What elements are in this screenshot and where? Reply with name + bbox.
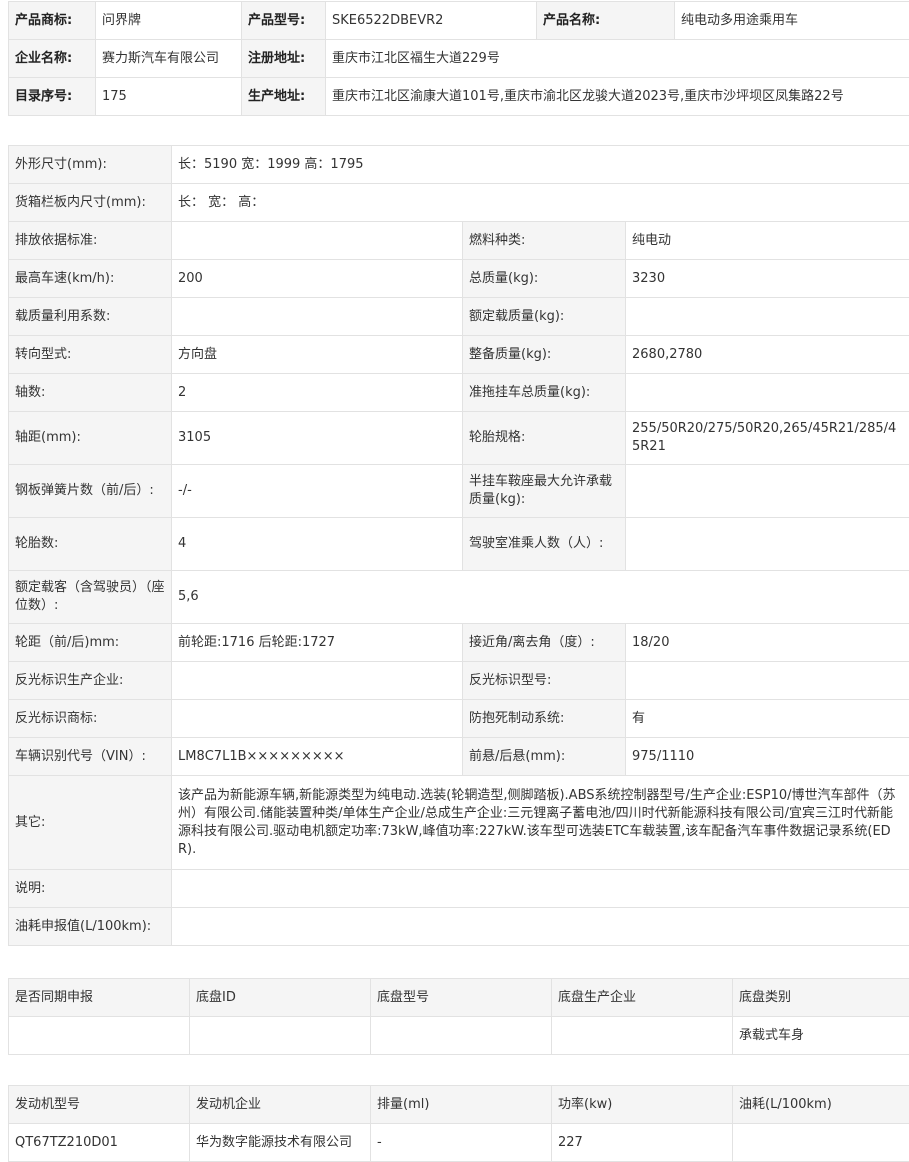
axles-value: 2 (172, 374, 463, 412)
note-value (172, 870, 909, 908)
total-mass-value: 3230 (626, 260, 909, 298)
company-label: 企业名称: (9, 40, 96, 78)
cab-seats-value (626, 518, 909, 571)
overhang-value: 975/1110 (626, 738, 909, 776)
tire-count-value: 4 (172, 518, 463, 571)
engine-maker-value: 华为数字能源技术有限公司 (190, 1124, 371, 1162)
steering-label: 转向型式: (9, 336, 172, 374)
engine-header-displacement: 排量(ml) (371, 1086, 552, 1124)
product-name-label: 产品名称: (537, 2, 675, 40)
rated-seats-value: 5,6 (172, 571, 909, 624)
max-speed-label: 最高车速(km/h): (9, 260, 172, 298)
reflector-model-value (626, 662, 909, 700)
abs-label: 防抱死制动系统: (463, 700, 626, 738)
rated-load-label: 额定载质量(kg): (463, 298, 626, 336)
reflector-maker-label: 反光标识生产企业: (9, 662, 172, 700)
engine-header-model: 发动机型号 (9, 1086, 190, 1124)
engine-consumption-value (733, 1124, 909, 1162)
chassis-cell (9, 1017, 190, 1055)
steering-value: 方向盘 (172, 336, 463, 374)
cab-seats-label: 驾驶室准乘人数（人）: (463, 518, 626, 571)
emission-value (172, 222, 463, 260)
chassis-header-maker: 底盘生产企业 (552, 979, 733, 1017)
tire-count-label: 轮胎数: (9, 518, 172, 571)
track-value: 前轮距:1716 后轮距:1727 (172, 624, 463, 662)
curb-mass-label: 整备质量(kg): (463, 336, 626, 374)
engine-header-maker: 发动机企业 (190, 1086, 371, 1124)
vin-value: LM8C7L1B××××××××× (172, 738, 463, 776)
product-name-value: 纯电动多用途乘用车 (675, 2, 909, 40)
product-header-table: 产品商标: 问界牌 产品型号: SKE6522DBEVR2 产品名称: 纯电动多… (8, 1, 909, 116)
engine-power-value: 227 (552, 1124, 733, 1162)
engine-header-power: 功率(kw) (552, 1086, 733, 1124)
prod-address-label: 生产地址: (242, 78, 326, 116)
dims-label: 外形尺寸(mm): (9, 146, 172, 184)
spring-value: -/- (172, 465, 463, 518)
abs-value: 有 (626, 700, 909, 738)
total-mass-label: 总质量(kg): (463, 260, 626, 298)
prod-address-value: 重庆市江北区渝康大道101号,重庆市渝北区龙骏大道2023号,重庆市沙坪坝区凤集… (326, 78, 909, 116)
catalog-label: 目录序号: (9, 78, 96, 116)
chassis-cell (190, 1017, 371, 1055)
other-value: 该产品为新能源车辆,新能源类型为纯电动.选装(轮辋造型,侧脚踏板).ABS系统控… (172, 776, 909, 870)
wheelbase-value: 3105 (172, 412, 463, 465)
curb-mass-value: 2680,2780 (626, 336, 909, 374)
emission-label: 排放依据标准: (9, 222, 172, 260)
rated-load-value (626, 298, 909, 336)
fuel-type-value: 纯电动 (626, 222, 909, 260)
chassis-cell (552, 1017, 733, 1055)
specs-table: 外形尺寸(mm): 长：5190 宽：1999 高：1795 货箱栏板内尺寸(m… (8, 145, 909, 946)
reflector-brand-value (172, 700, 463, 738)
chassis-cell (371, 1017, 552, 1055)
note-label: 说明: (9, 870, 172, 908)
reg-address-value: 重庆市江北区福生大道229号 (326, 40, 909, 78)
load-coef-value (172, 298, 463, 336)
brand-label: 产品商标: (9, 2, 96, 40)
engine-displacement-value: - (371, 1124, 552, 1162)
fuel-type-label: 燃料种类: (463, 222, 626, 260)
trailer-mass-value (626, 374, 909, 412)
fuel-consumption-label: 油耗申报值(L/100km): (9, 908, 172, 946)
chassis-type-value: 承载式车身 (733, 1017, 909, 1055)
tire-spec-value: 255/50R20/275/50R20,265/45R21/285/45R21 (626, 412, 909, 465)
max-speed-value: 200 (172, 260, 463, 298)
reflector-model-label: 反光标识型号: (463, 662, 626, 700)
other-label: 其它: (9, 776, 172, 870)
chassis-header-type: 底盘类别 (733, 979, 909, 1017)
angle-value: 18/20 (626, 624, 909, 662)
model-value: SKE6522DBEVR2 (326, 2, 537, 40)
engine-model-value: QT67TZ210D01 (9, 1124, 190, 1162)
catalog-value: 175 (96, 78, 242, 116)
cargo-value: 长： 宽： 高： (172, 184, 909, 222)
semitrailer-label: 半挂车鞍座最大允许承载质量(kg): (463, 465, 626, 518)
reg-address-label: 注册地址: (242, 40, 326, 78)
trailer-mass-label: 准拖挂车总质量(kg): (463, 374, 626, 412)
company-value: 赛力斯汽车有限公司 (96, 40, 242, 78)
track-label: 轮距（前/后)mm: (9, 624, 172, 662)
chassis-table: 是否同期申报 底盘ID 底盘型号 底盘生产企业 底盘类别 承载式车身 (8, 978, 909, 1055)
cargo-label: 货箱栏板内尺寸(mm): (9, 184, 172, 222)
brand-value: 问界牌 (96, 2, 242, 40)
tire-spec-label: 轮胎规格: (463, 412, 626, 465)
load-coef-label: 载质量利用系数: (9, 298, 172, 336)
spring-label: 钢板弹簧片数（前/后）: (9, 465, 172, 518)
engine-header-consumption: 油耗(L/100km) (733, 1086, 909, 1124)
chassis-header-sync: 是否同期申报 (9, 979, 190, 1017)
engine-table: 发动机型号 发动机企业 排量(ml) 功率(kw) 油耗(L/100km) QT… (8, 1085, 909, 1162)
semitrailer-value (626, 465, 909, 518)
overhang-label: 前悬/后悬(mm): (463, 738, 626, 776)
reflector-brand-label: 反光标识商标: (9, 700, 172, 738)
axles-label: 轴数: (9, 374, 172, 412)
chassis-header-id: 底盘ID (190, 979, 371, 1017)
wheelbase-label: 轴距(mm): (9, 412, 172, 465)
dims-value: 长：5190 宽：1999 高：1795 (172, 146, 909, 184)
vin-label: 车辆识别代号（VIN）: (9, 738, 172, 776)
angle-label: 接近角/离去角（度）: (463, 624, 626, 662)
model-label: 产品型号: (242, 2, 326, 40)
rated-seats-label: 额定载客（含驾驶员）（座位数）: (9, 571, 172, 624)
chassis-header-model: 底盘型号 (371, 979, 552, 1017)
fuel-consumption-value (172, 908, 909, 946)
reflector-maker-value (172, 662, 463, 700)
